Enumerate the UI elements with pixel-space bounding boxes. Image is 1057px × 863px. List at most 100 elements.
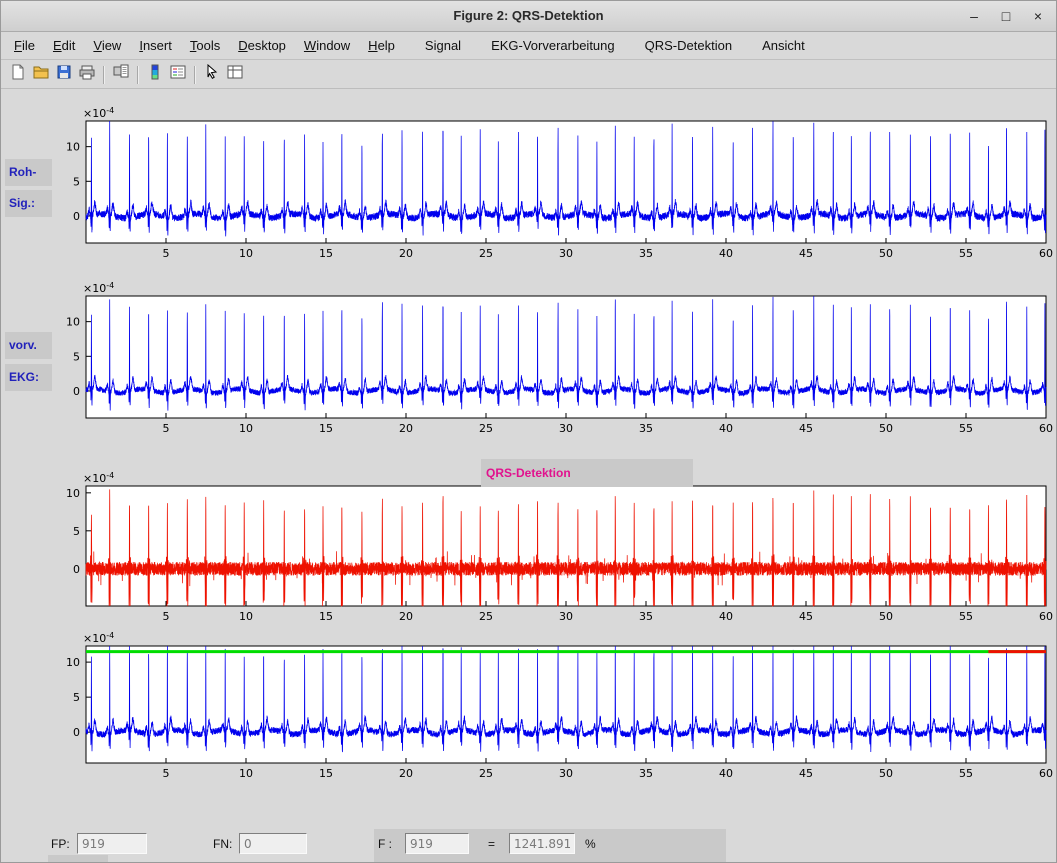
colorbar-icon [147,64,163,85]
svg-text:15: 15 [319,767,333,780]
figure-window: Figure 2: QRS-Detektion – □ × FileEditVi… [0,0,1057,863]
menu-window[interactable]: Window [295,34,359,57]
preprocessed-label-line1: vorv. [5,332,52,359]
menu-tools[interactable]: Tools [181,34,229,57]
window-controls: – □ × [966,1,1046,31]
svg-text:0: 0 [73,726,80,739]
equals-label: = [488,837,495,851]
svg-text:45: 45 [799,247,813,260]
svg-text:60: 60 [1039,767,1053,780]
svg-text:55: 55 [959,422,973,435]
svg-text:25: 25 [479,610,493,623]
svg-text:20: 20 [399,247,413,260]
svg-text:15: 15 [319,247,333,260]
svg-text:40: 40 [719,767,733,780]
menu-insert[interactable]: Insert [130,34,181,57]
menu-bar: FileEditViewInsertToolsDesktopWindowHelp… [1,32,1056,60]
colorbar-button[interactable] [143,63,166,86]
menu-help[interactable]: Help [359,34,404,57]
svg-text:×10-4: ×10-4 [83,107,114,120]
menu-edit[interactable]: Edit [44,34,84,57]
svg-text:35: 35 [639,767,653,780]
svg-text:5: 5 [73,691,80,704]
svg-text:45: 45 [799,767,813,780]
menu-file[interactable]: File [5,34,44,57]
menu-ekg-vorverarbeitung[interactable]: EKG-Vorverarbeitung [482,34,624,57]
svg-text:60: 60 [1039,247,1053,260]
svg-text:5: 5 [73,350,80,363]
svg-text:30: 30 [559,767,573,780]
svg-text:10: 10 [239,247,253,260]
svg-text:10: 10 [66,487,80,500]
raw-signal-label-line2: Sig.: [5,190,52,217]
maximize-button[interactable]: □ [998,8,1014,24]
open-folder-button[interactable] [29,63,52,86]
plot-raw-signal[interactable]: ×10-4051051015202530354045505560 [61,107,1056,268]
menu-signal[interactable]: Signal [416,34,470,57]
svg-text:10: 10 [239,610,253,623]
arrow-pointer-button[interactable] [200,63,223,86]
fp-label: FP: [51,837,70,851]
svg-text:40: 40 [719,247,733,260]
percent-label: % [585,837,596,851]
legend-button[interactable] [166,63,189,86]
svg-text:45: 45 [799,610,813,623]
arrow-pointer-icon [204,64,220,85]
svg-text:5: 5 [163,422,170,435]
toolbar-separator [137,66,138,84]
menu-view[interactable]: View [84,34,130,57]
plot-browser-button[interactable] [223,63,246,86]
svg-text:10: 10 [239,767,253,780]
svg-text:25: 25 [479,767,493,780]
menu-ansicht[interactable]: Ansicht [753,34,814,57]
svg-text:20: 20 [399,767,413,780]
new-document-button[interactable] [6,63,29,86]
svg-text:20: 20 [399,422,413,435]
svg-text:10: 10 [66,141,80,154]
result-input[interactable] [509,833,575,854]
svg-text:×10-4: ×10-4 [83,472,114,485]
print-preview-icon [113,64,129,85]
svg-text:40: 40 [719,610,733,623]
svg-text:30: 30 [559,610,573,623]
print-button[interactable] [75,63,98,86]
new-document-icon [10,64,26,85]
svg-text:35: 35 [639,422,653,435]
svg-text:50: 50 [879,422,893,435]
svg-text:10: 10 [239,422,253,435]
minimize-button[interactable]: – [966,8,982,24]
svg-text:25: 25 [479,247,493,260]
plot-browser-icon [227,64,243,85]
plot-qrs-filtered[interactable]: ×10-4051051015202530354045505560 [61,472,1056,631]
close-button[interactable]: × [1030,8,1046,24]
svg-text:50: 50 [879,767,893,780]
legend-icon [170,64,186,85]
f-input[interactable] [405,833,469,854]
svg-text:40: 40 [719,422,733,435]
svg-text:15: 15 [319,422,333,435]
save-button[interactable] [52,63,75,86]
svg-text:20: 20 [399,610,413,623]
svg-text:5: 5 [163,247,170,260]
svg-text:0: 0 [73,210,80,223]
menu-qrs-detektion[interactable]: QRS-Detektion [636,34,741,57]
fp-input[interactable] [77,833,147,854]
svg-text:30: 30 [559,422,573,435]
plot-detection-result[interactable]: ×10-4051051015202530354045505560 [61,632,1056,788]
fn-label: FN: [213,837,232,851]
plot-preprocessed-ekg[interactable]: ×10-4051051015202530354045505560 [61,282,1056,443]
svg-text:50: 50 [879,247,893,260]
svg-text:5: 5 [73,175,80,188]
svg-text:15: 15 [319,610,333,623]
fn-input[interactable] [239,833,307,854]
qrs-detection-title: QRS-Detektion [481,459,693,487]
svg-text:10: 10 [66,656,80,669]
svg-text:35: 35 [639,610,653,623]
svg-text:55: 55 [959,247,973,260]
svg-text:0: 0 [73,563,80,576]
menu-desktop[interactable]: Desktop [229,34,295,57]
window-title: Figure 2: QRS-Detektion [1,1,1056,31]
svg-text:55: 55 [959,767,973,780]
svg-text:50: 50 [879,610,893,623]
print-preview-button[interactable] [109,63,132,86]
